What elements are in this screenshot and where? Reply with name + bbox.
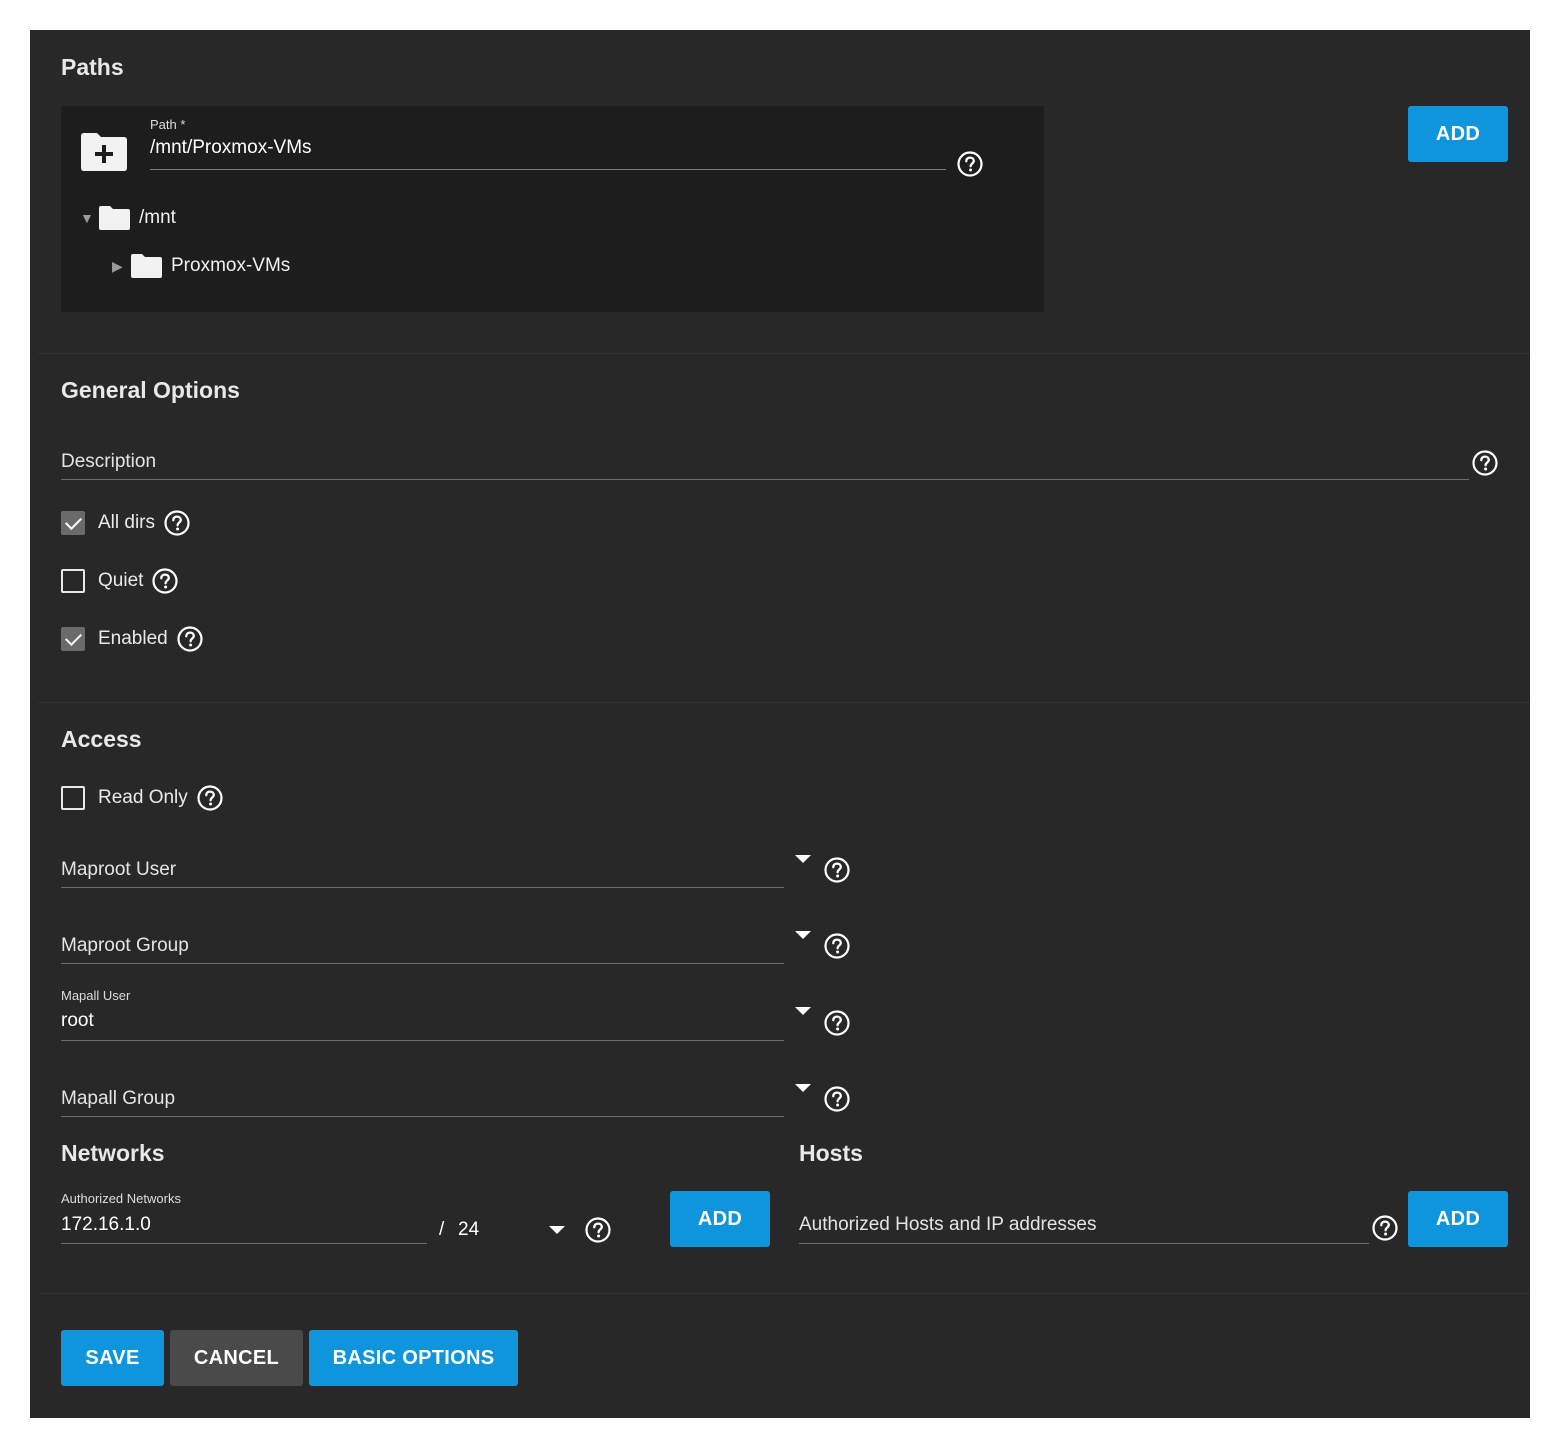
collapse-caret-icon[interactable]: ▼	[80, 210, 98, 226]
all-dirs-checkbox[interactable]	[61, 511, 85, 535]
quiet-checkbox[interactable]	[61, 569, 85, 593]
maproot-group-help-icon[interactable]	[823, 932, 851, 960]
read-only-help-icon[interactable]	[196, 784, 224, 812]
enabled-checkbox[interactable]	[61, 627, 85, 651]
read-only-checkbox[interactable]	[61, 786, 85, 810]
netmask-select[interactable]: 24	[458, 1219, 479, 1241]
cancel-button[interactable]: CANCEL	[170, 1330, 303, 1386]
expand-caret-icon[interactable]: ▶	[112, 258, 130, 275]
mapall-user-help-icon[interactable]	[823, 1009, 851, 1037]
enabled-help-icon[interactable]	[176, 625, 204, 653]
section-divider	[38, 353, 1530, 354]
path-input[interactable]: /mnt/Proxmox-VMs	[150, 137, 312, 159]
maproot-group-select[interactable]: Maproot Group	[61, 935, 189, 957]
read-only-option[interactable]: Read Only	[61, 783, 224, 813]
mapall-group-help-icon[interactable]	[823, 1085, 851, 1113]
description-underline	[61, 479, 1469, 480]
section-divider	[38, 702, 1530, 703]
networks-title: Networks	[61, 1140, 165, 1166]
mapall-user-label: Mapall User	[61, 988, 131, 1003]
description-help-icon[interactable]	[1471, 449, 1499, 477]
tree-node-proxmox-vms[interactable]: ▶ Proxmox-VMs	[112, 251, 290, 281]
maproot-group-underline	[61, 963, 784, 964]
section-divider	[38, 1293, 1530, 1294]
tree-node-mnt[interactable]: ▼ /mnt	[80, 203, 176, 233]
quiet-label: Quiet	[98, 570, 144, 591]
add-network-button[interactable]: ADD	[670, 1191, 770, 1247]
authorized-hosts-input[interactable]: Authorized Hosts and IP addresses	[799, 1214, 1097, 1236]
general-options-title: General Options	[61, 377, 240, 403]
authorized-network-underline	[61, 1243, 427, 1244]
all-dirs-help-icon[interactable]	[163, 509, 191, 537]
add-path-button[interactable]: ADD	[1408, 106, 1508, 162]
mapall-user-select[interactable]: root	[61, 1010, 94, 1032]
authorized-network-input[interactable]: 172.16.1.0	[61, 1214, 151, 1236]
quiet-option[interactable]: Quiet	[61, 566, 179, 596]
path-help-icon[interactable]	[956, 150, 984, 178]
tree-node-label: Proxmox-VMs	[171, 255, 291, 276]
all-dirs-label: All dirs	[98, 512, 156, 533]
networks-help-icon[interactable]	[584, 1216, 612, 1244]
folder-add-icon[interactable]	[80, 132, 128, 172]
path-input-underline	[150, 169, 946, 170]
authorized-hosts-underline	[799, 1243, 1369, 1244]
description-input[interactable]: Description	[61, 451, 156, 473]
basic-options-button[interactable]: BASIC OPTIONS	[309, 1330, 518, 1386]
maproot-group-dropdown-icon[interactable]	[795, 931, 811, 939]
all-dirs-option[interactable]: All dirs	[61, 508, 191, 538]
enabled-option[interactable]: Enabled	[61, 624, 204, 654]
path-explorer: Path * /mnt/Proxmox-VMs ▼ /mnt ▶ Proxmox…	[61, 106, 1044, 312]
folder-icon	[98, 205, 131, 231]
mapall-user-underline	[61, 1040, 784, 1041]
add-host-button[interactable]: ADD	[1408, 1191, 1508, 1247]
mapall-group-select[interactable]: Mapall Group	[61, 1088, 175, 1110]
access-title: Access	[61, 726, 142, 752]
mapall-group-dropdown-icon[interactable]	[795, 1084, 811, 1092]
maproot-user-help-icon[interactable]	[823, 856, 851, 884]
netmask-dropdown-icon[interactable]	[549, 1226, 565, 1234]
quiet-help-icon[interactable]	[151, 567, 179, 595]
netmask-separator: /	[439, 1219, 445, 1240]
paths-section-title: Paths	[61, 54, 124, 80]
maproot-user-underline	[61, 887, 784, 888]
nfs-share-form: Paths Path * /mnt/Proxmox-VMs ▼ /mnt ▶ P…	[30, 30, 1530, 1418]
mapall-user-dropdown-icon[interactable]	[795, 1007, 811, 1015]
hosts-help-icon[interactable]	[1371, 1214, 1399, 1242]
mapall-group-underline	[61, 1116, 784, 1117]
read-only-label: Read Only	[98, 787, 188, 808]
save-button[interactable]: SAVE	[61, 1330, 164, 1386]
path-field-label: Path *	[150, 117, 186, 132]
enabled-label: Enabled	[98, 628, 168, 649]
hosts-title: Hosts	[799, 1140, 863, 1166]
authorized-networks-label: Authorized Networks	[61, 1191, 181, 1206]
maproot-user-select[interactable]: Maproot User	[61, 859, 176, 881]
maproot-user-dropdown-icon[interactable]	[795, 855, 811, 863]
folder-icon	[130, 253, 163, 279]
tree-node-label: /mnt	[139, 207, 176, 228]
